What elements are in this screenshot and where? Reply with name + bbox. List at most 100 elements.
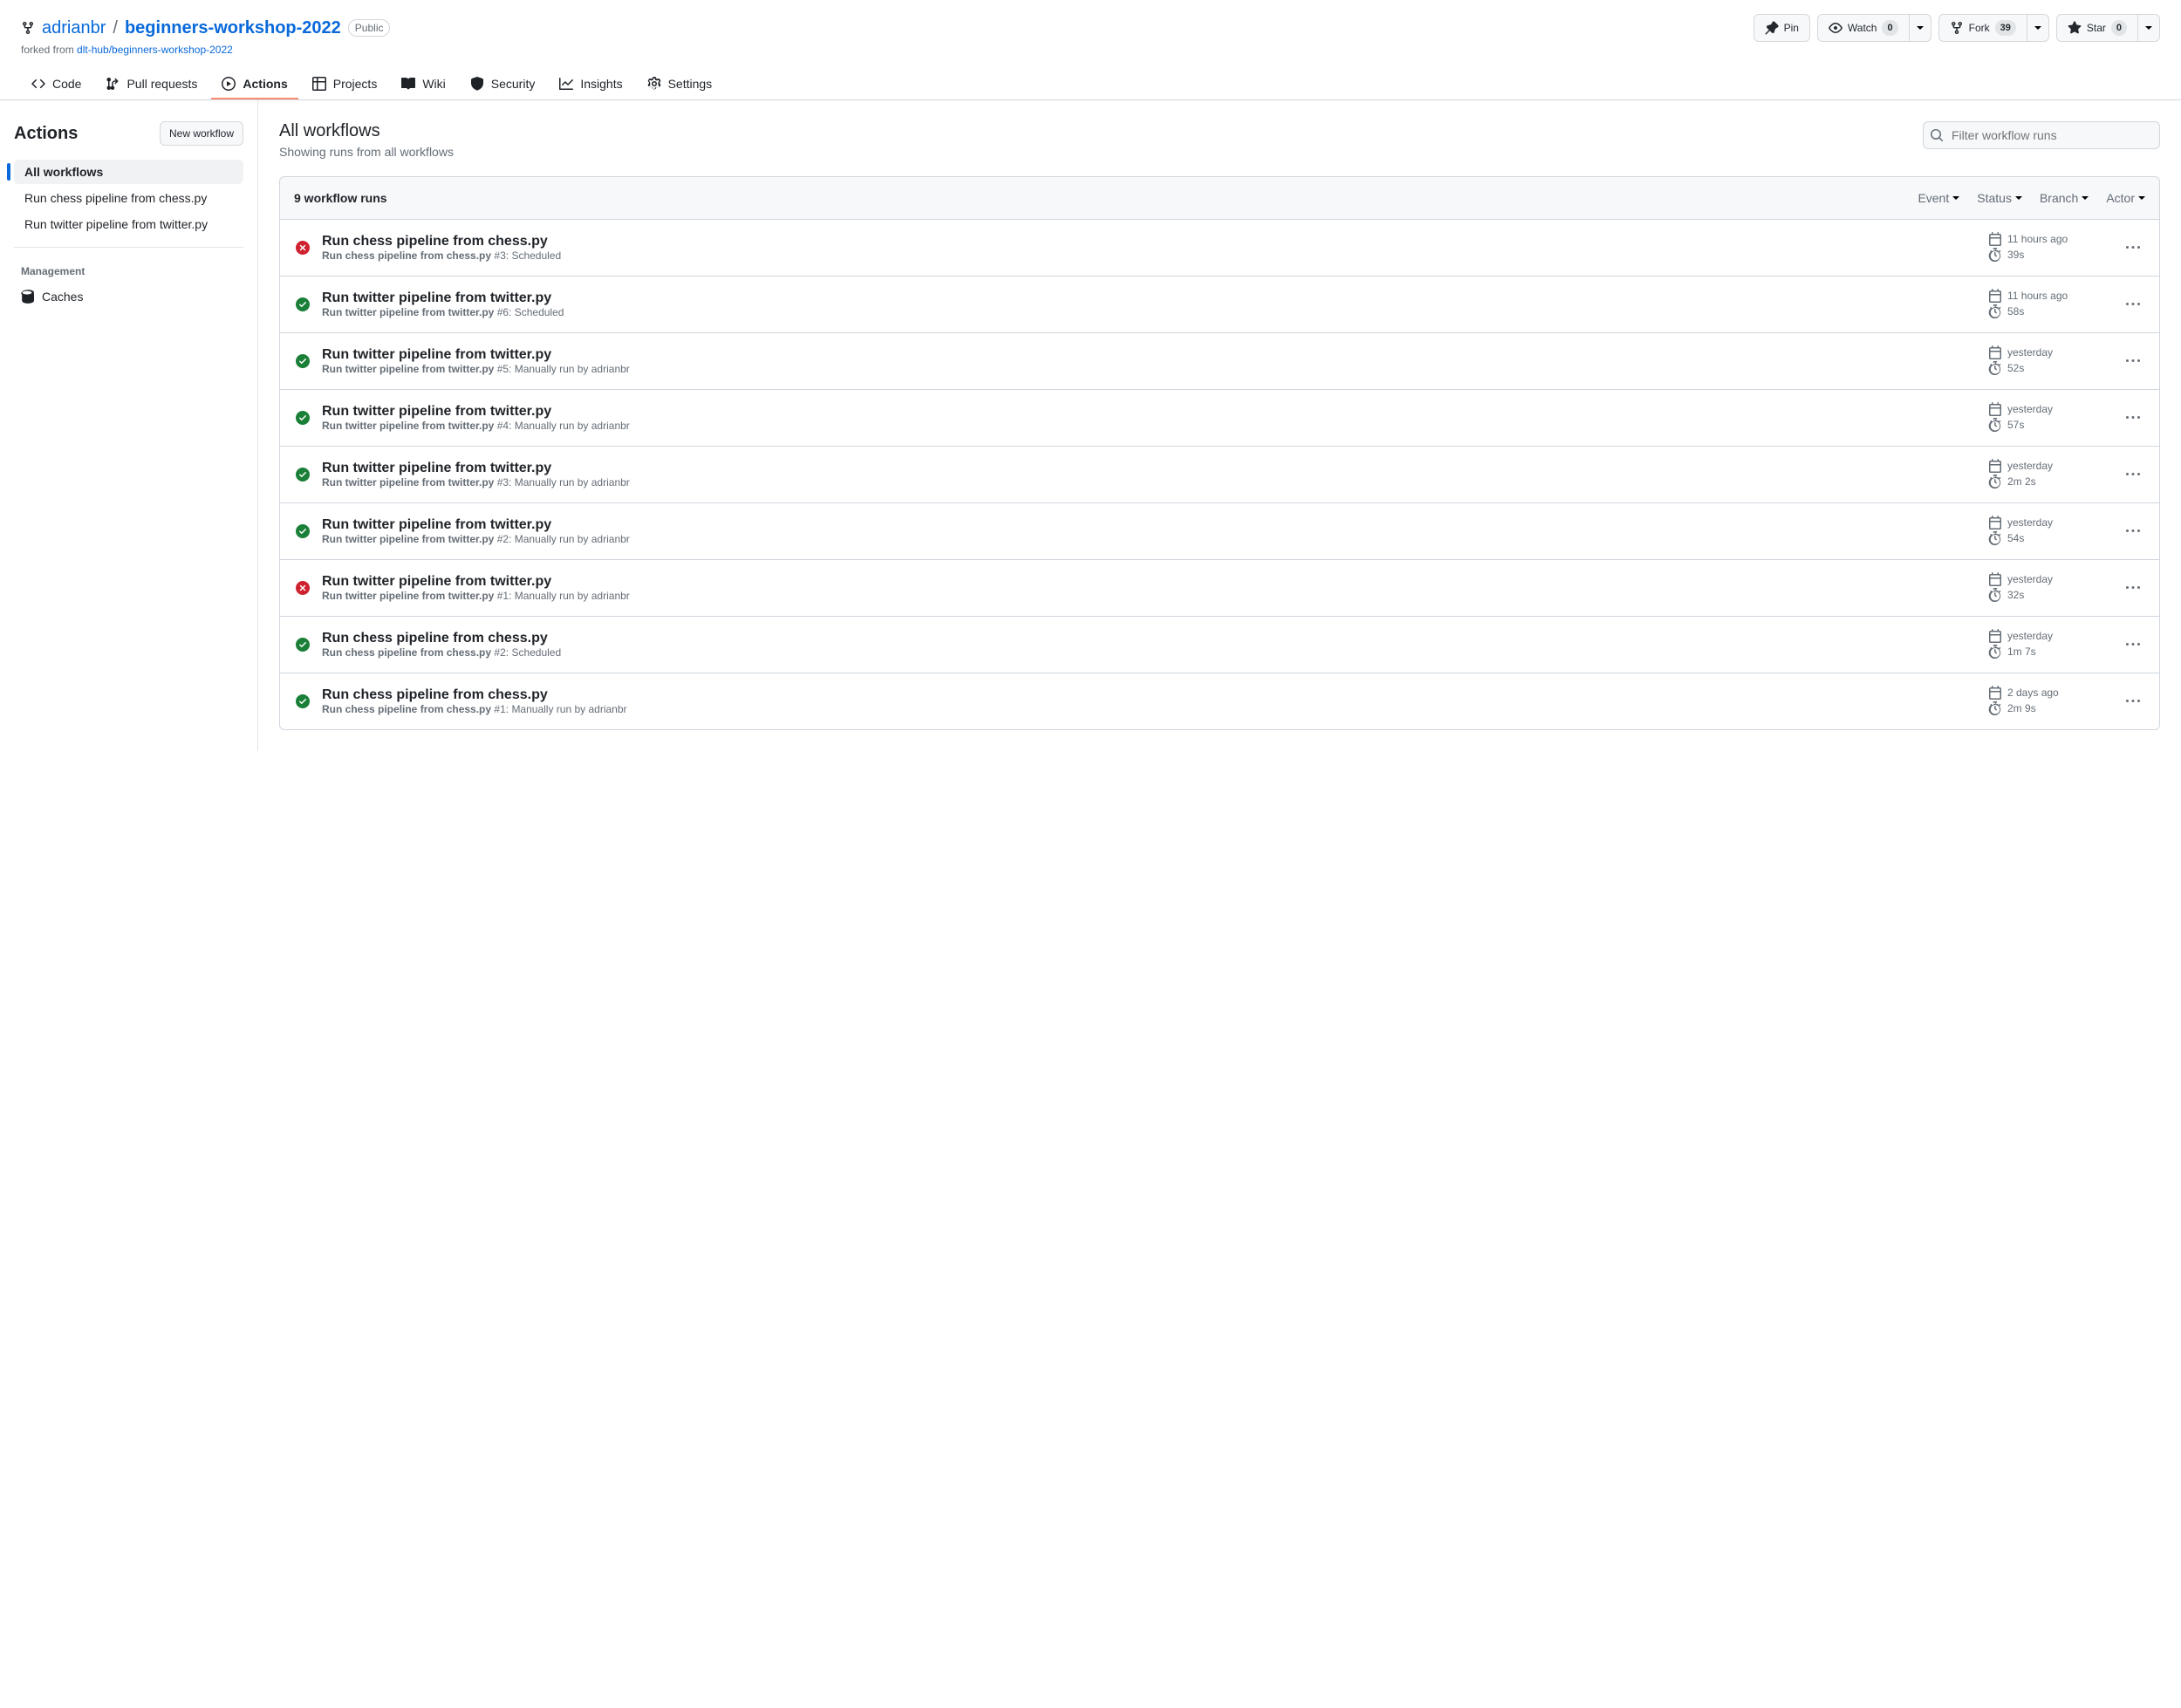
filter-status[interactable]: Status	[1977, 191, 2022, 205]
search-icon	[1930, 128, 1944, 142]
run-title-link[interactable]: Run twitter pipeline from twitter.py	[322, 404, 551, 419]
run-title-link[interactable]: Run twitter pipeline from twitter.py	[322, 290, 551, 305]
tab-actions[interactable]: Actions	[211, 70, 297, 99]
run-menu-button[interactable]	[2121, 468, 2145, 482]
forked-from-link[interactable]: dlt-hub/beginners-workshop-2022	[77, 44, 233, 56]
sidebar-item-workflow[interactable]: Run chess pipeline from chess.py	[14, 186, 243, 210]
run-workflow-name[interactable]: Run twitter pipeline from twitter.py	[322, 590, 494, 602]
calendar-icon	[1988, 686, 2002, 700]
star-dropdown[interactable]	[2138, 14, 2160, 42]
caret-down-icon	[2034, 24, 2041, 31]
sidebar-item-caches[interactable]: Caches	[14, 284, 243, 309]
run-workflow-name[interactable]: Run chess pipeline from chess.py	[322, 646, 491, 659]
sidebar-item-all-workflows[interactable]: All workflows	[14, 160, 243, 184]
run-menu-button[interactable]	[2121, 411, 2145, 425]
sidebar-item-workflow[interactable]: Run twitter pipeline from twitter.py	[14, 212, 243, 236]
run-time: 11 hours ago	[2007, 233, 2068, 245]
tab-code[interactable]: Code	[21, 70, 92, 99]
calendar-icon	[1988, 345, 2002, 359]
success-icon	[294, 694, 311, 708]
run-title-link[interactable]: Run twitter pipeline from twitter.py	[322, 574, 551, 589]
tab-insights[interactable]: Insights	[549, 70, 632, 99]
pin-button[interactable]: Pin	[1754, 14, 1810, 42]
success-icon	[294, 524, 311, 538]
run-workflow-name[interactable]: Run twitter pipeline from twitter.py	[322, 476, 494, 488]
run-duration: 58s	[2007, 305, 2024, 318]
new-workflow-button[interactable]: New workflow	[160, 121, 243, 146]
run-time: yesterday	[2007, 346, 2053, 359]
filter-branch[interactable]: Branch	[2040, 191, 2089, 205]
run-subtitle: Run twitter pipeline from twitter.py #6:…	[322, 306, 1978, 318]
run-workflow-name[interactable]: Run twitter pipeline from twitter.py	[322, 533, 494, 545]
kebab-icon	[2126, 297, 2140, 311]
run-menu-button[interactable]	[2121, 297, 2145, 311]
fork-button[interactable]: Fork 39	[1938, 14, 2027, 42]
star-button[interactable]: Star 0	[2056, 14, 2138, 42]
run-subtitle: Run chess pipeline from chess.py #1: Man…	[322, 703, 1978, 715]
run-menu-button[interactable]	[2121, 524, 2145, 538]
tab-projects[interactable]: Projects	[302, 70, 388, 99]
run-number: #2	[497, 533, 509, 545]
run-main: Run twitter pipeline from twitter.pyRun …	[322, 517, 1978, 545]
runs-list: Run chess pipeline from chess.pyRun ches…	[280, 220, 2159, 729]
run-number: #3	[494, 249, 505, 262]
tab-wiki[interactable]: Wiki	[391, 70, 455, 99]
run-menu-button[interactable]	[2121, 581, 2145, 595]
repo-nav: Code Pull requests Actions Projects Wiki…	[21, 70, 2160, 99]
tab-pull-requests[interactable]: Pull requests	[95, 70, 208, 99]
filter-event[interactable]: Event	[1918, 191, 1959, 205]
star-count: 0	[2111, 20, 2127, 36]
fork-icon	[21, 21, 35, 35]
filter-actor[interactable]: Actor	[2106, 191, 2145, 205]
graph-icon	[559, 77, 573, 91]
run-menu-button[interactable]	[2121, 354, 2145, 368]
run-meta: yesterday 52s	[1988, 345, 2110, 377]
stopwatch-icon	[1988, 248, 2002, 262]
watch-button[interactable]: Watch 0	[1817, 14, 1910, 42]
tab-security[interactable]: Security	[460, 70, 546, 99]
run-number: #4	[497, 420, 509, 432]
run-trigger: Manually run by adrianbr	[515, 590, 630, 602]
run-row: Run chess pipeline from chess.pyRun ches…	[280, 617, 2159, 673]
run-count: 9 workflow runs	[294, 191, 387, 205]
run-main: Run chess pipeline from chess.pyRun ches…	[322, 234, 1978, 262]
watch-dropdown[interactable]	[1910, 14, 1931, 42]
fork-dropdown[interactable]	[2027, 14, 2049, 42]
repo-owner-link[interactable]: adrianbr	[42, 18, 106, 38]
tab-settings[interactable]: Settings	[637, 70, 723, 99]
kebab-icon	[2126, 468, 2140, 482]
run-workflow-name[interactable]: Run chess pipeline from chess.py	[322, 249, 491, 262]
gear-icon	[647, 77, 661, 91]
failure-icon	[294, 241, 311, 255]
stopwatch-icon	[1988, 361, 2002, 375]
run-workflow-name[interactable]: Run twitter pipeline from twitter.py	[322, 420, 494, 432]
run-trigger: Manually run by adrianbr	[515, 476, 630, 488]
run-meta: yesterday 32s	[1988, 572, 2110, 604]
run-time: 2 days ago	[2007, 687, 2059, 699]
run-title-link[interactable]: Run twitter pipeline from twitter.py	[322, 517, 551, 532]
filter-runs-input[interactable]	[1923, 121, 2160, 149]
fork-icon	[1950, 21, 1964, 35]
run-title-link[interactable]: Run twitter pipeline from twitter.py	[322, 347, 551, 362]
run-workflow-name[interactable]: Run chess pipeline from chess.py	[322, 703, 491, 715]
run-menu-button[interactable]	[2121, 241, 2145, 255]
run-workflow-name[interactable]: Run twitter pipeline from twitter.py	[322, 306, 494, 318]
run-row: Run twitter pipeline from twitter.pyRun …	[280, 560, 2159, 617]
run-title-link[interactable]: Run chess pipeline from chess.py	[322, 234, 548, 249]
run-menu-button[interactable]	[2121, 694, 2145, 708]
run-title-link[interactable]: Run chess pipeline from chess.py	[322, 631, 548, 646]
table-icon	[312, 77, 326, 91]
run-subtitle: Run chess pipeline from chess.py #3: Sch…	[322, 249, 1978, 262]
run-duration: 52s	[2007, 362, 2024, 374]
run-workflow-name[interactable]: Run twitter pipeline from twitter.py	[322, 363, 494, 375]
run-menu-button[interactable]	[2121, 638, 2145, 652]
run-meta: 2 days ago 2m 9s	[1988, 686, 2110, 717]
divider	[14, 247, 243, 248]
run-row: Run chess pipeline from chess.pyRun ches…	[280, 220, 2159, 277]
run-title-link[interactable]: Run twitter pipeline from twitter.py	[322, 461, 551, 475]
run-subtitle: Run twitter pipeline from twitter.py #2:…	[322, 533, 1978, 545]
run-time: yesterday	[2007, 403, 2053, 415]
run-title-link[interactable]: Run chess pipeline from chess.py	[322, 687, 548, 702]
stopwatch-icon	[1988, 588, 2002, 602]
repo-name-link[interactable]: beginners-workshop-2022	[125, 18, 341, 38]
